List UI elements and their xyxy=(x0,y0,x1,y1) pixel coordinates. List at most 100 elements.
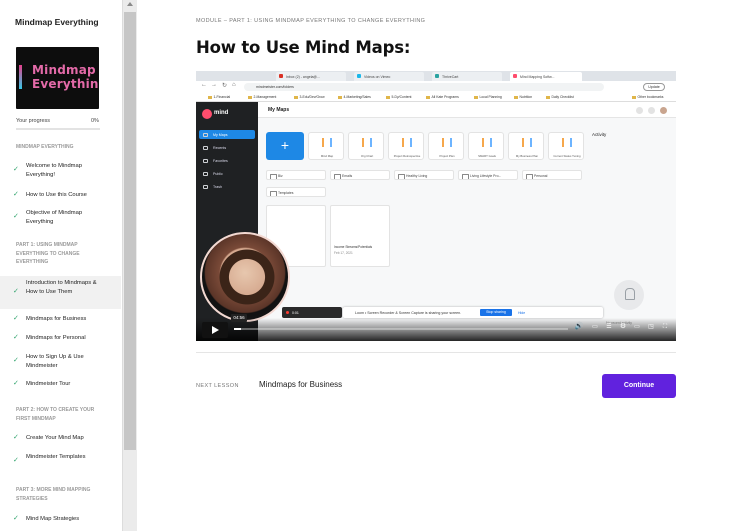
volume-icon[interactable]: 🔊 xyxy=(574,322,584,332)
template-card: My Business Plan xyxy=(508,132,544,160)
lesson-item[interactable]: ✓ How to Sign Up & Use Mindmeister xyxy=(0,352,121,372)
lesson-content: MODULE – PART 1: USING MINDMAP EVERYTHIN… xyxy=(137,0,729,531)
folder-item: Healthy Living xyxy=(394,170,454,180)
progress-bar xyxy=(16,128,100,130)
back-icon: ← xyxy=(201,82,207,88)
lesson-item[interactable]: ✓ Mindmaps for Personal xyxy=(0,333,121,345)
cast-icon[interactable]: ▭ xyxy=(632,322,642,332)
home-icon: ⌂ xyxy=(232,82,236,88)
template-label: Project Plan xyxy=(439,154,455,158)
lesson-label: Introduction to Mindmaps & How to Use Th… xyxy=(26,280,97,295)
continue-button[interactable]: Continue xyxy=(602,374,676,398)
thumbnail-accent-bar xyxy=(19,65,22,89)
lesson-item[interactable]: ✓ Mindmeister Tour xyxy=(0,379,121,391)
template-label: Project Retrospective xyxy=(393,154,421,158)
map-card-date: Feb 17, 2021 xyxy=(334,251,353,255)
template-glyph-icon xyxy=(322,138,332,147)
template-label: Mind Map xyxy=(320,154,334,158)
app-logo-icon xyxy=(202,109,212,119)
check-icon: ✓ xyxy=(13,515,19,522)
check-icon: ✓ xyxy=(13,357,19,364)
browser-tab-label: Inbox (2) - angela@... xyxy=(286,75,320,79)
lesson-item-active[interactable]: ✓ Introduction to Mindmaps & How to Use … xyxy=(0,276,121,309)
progress-percent: 0% xyxy=(91,118,99,124)
pip-icon[interactable]: ◳ xyxy=(646,322,656,332)
template-card: SMART Goals xyxy=(468,132,504,160)
app-nav-item: Favorites xyxy=(199,156,255,165)
lesson-item[interactable]: ✓ How to Use this Course xyxy=(0,190,121,202)
lesson-item[interactable]: ✓ Create Your Mind Map xyxy=(0,433,121,445)
play-button[interactable] xyxy=(202,322,228,338)
clock-icon xyxy=(203,145,208,150)
map-card: Income Streams/Potentials Feb 17, 2021 xyxy=(330,205,390,267)
lesson-label: Mindmeister Templates xyxy=(26,454,86,460)
app-main-area: My Maps + Mind Map Org Chart Project Ret… xyxy=(258,102,676,341)
sidebar-scrollbar[interactable] xyxy=(122,0,137,531)
lesson-label: Create Your Mind Map xyxy=(26,435,84,441)
new-map-button: + xyxy=(266,132,304,160)
fullscreen-icon[interactable]: ⛶ xyxy=(660,322,670,332)
app-logo-text: mind xyxy=(214,110,229,116)
course-title[interactable]: Mindmap Everything xyxy=(15,16,105,28)
lesson-item[interactable]: ✓ Mindmeister Templates xyxy=(0,452,121,472)
check-icon: ✓ xyxy=(13,434,19,441)
bookmark: All Kate Programs xyxy=(426,95,459,99)
lesson-item[interactable]: ✓ Objective of Mindmap Everything xyxy=(0,208,121,228)
screen-share-text: Loom • Screen Recorder & Screen Capture … xyxy=(355,310,462,315)
section-header: PART 1: USING MINDMAP EVERYTHING TO CHAN… xyxy=(16,242,80,265)
folder-item: Living Lifestyle Pro... xyxy=(458,170,518,180)
course-thumbnail: Mindmap Everything xyxy=(16,47,99,109)
app-nav-label: Public xyxy=(213,172,223,176)
folder-item: Biz xyxy=(266,170,326,180)
thumbnail-text-1: Mindmap xyxy=(32,63,96,77)
settings-icon[interactable]: ⚙ xyxy=(618,322,628,332)
section-header: PART 3: MORE MIND MAPPING STRATEGIES xyxy=(16,487,91,502)
mindmeister-icon xyxy=(513,74,517,78)
browser-tab-active: Mind Mapping Softw... xyxy=(510,72,582,81)
app-nav-label: Recents xyxy=(213,146,227,150)
folder-item: Templates xyxy=(266,187,326,197)
divider xyxy=(196,352,676,353)
notification-icon xyxy=(648,107,655,114)
lesson-item[interactable]: ✓ Mindmaps for Business xyxy=(0,314,121,326)
app-nav-label: My Maps xyxy=(213,133,228,137)
stop-sharing-button: Stop sharing xyxy=(480,309,512,316)
progress-label: Your progress xyxy=(16,118,51,124)
seek-bar[interactable] xyxy=(234,328,568,330)
seek-bar-played xyxy=(234,328,241,330)
update-button: Update xyxy=(643,83,665,91)
next-lesson-title[interactable]: Mindmaps for Business xyxy=(259,380,342,389)
lesson-item[interactable]: ✓ Welcome to Mindmap Everything! xyxy=(0,161,121,181)
template-label: My Business Plan xyxy=(515,154,539,158)
gmail-icon xyxy=(279,74,283,78)
app-nav-item: Recents xyxy=(199,143,255,152)
chapters-icon[interactable]: ☰ xyxy=(604,322,614,332)
forward-icon: → xyxy=(211,82,217,88)
template-glyph-icon xyxy=(482,138,492,147)
scrollbar-thumb[interactable] xyxy=(124,12,136,450)
app-nav-item: Trash xyxy=(199,182,255,191)
check-icon: ✓ xyxy=(13,166,19,173)
help-icon xyxy=(636,107,643,114)
bookmark: Other bookmarks xyxy=(632,95,664,99)
browser-tab: Inbox (2) - angela@... xyxy=(276,72,346,81)
scroll-up-arrow-icon[interactable] xyxy=(127,2,133,6)
check-icon: ✓ xyxy=(13,213,19,220)
webcam-bubble xyxy=(200,232,290,322)
bookmark: Local Planning xyxy=(474,95,502,99)
template-card: Project Plan xyxy=(428,132,464,160)
trash-icon xyxy=(203,184,208,189)
template-glyph-icon xyxy=(562,138,572,147)
thumbnail-text-2: Everything xyxy=(32,77,99,91)
activity-heading: Activity xyxy=(592,132,607,137)
template-label: Current Status Tuning xyxy=(553,154,581,158)
lesson-item[interactable]: ✓ Mind Map Strategies xyxy=(0,514,121,526)
video-player[interactable]: Inbox (2) - angela@... Videos on Vimeo T… xyxy=(196,71,676,341)
bell-icon xyxy=(614,280,644,310)
template-card: Org Chart xyxy=(348,132,384,160)
template-glyph-icon xyxy=(362,138,372,147)
app-nav-item: My Maps xyxy=(199,130,255,139)
template-glyph-icon xyxy=(402,138,412,147)
globe-icon xyxy=(203,171,208,176)
captions-icon[interactable]: ▭ xyxy=(590,322,600,332)
